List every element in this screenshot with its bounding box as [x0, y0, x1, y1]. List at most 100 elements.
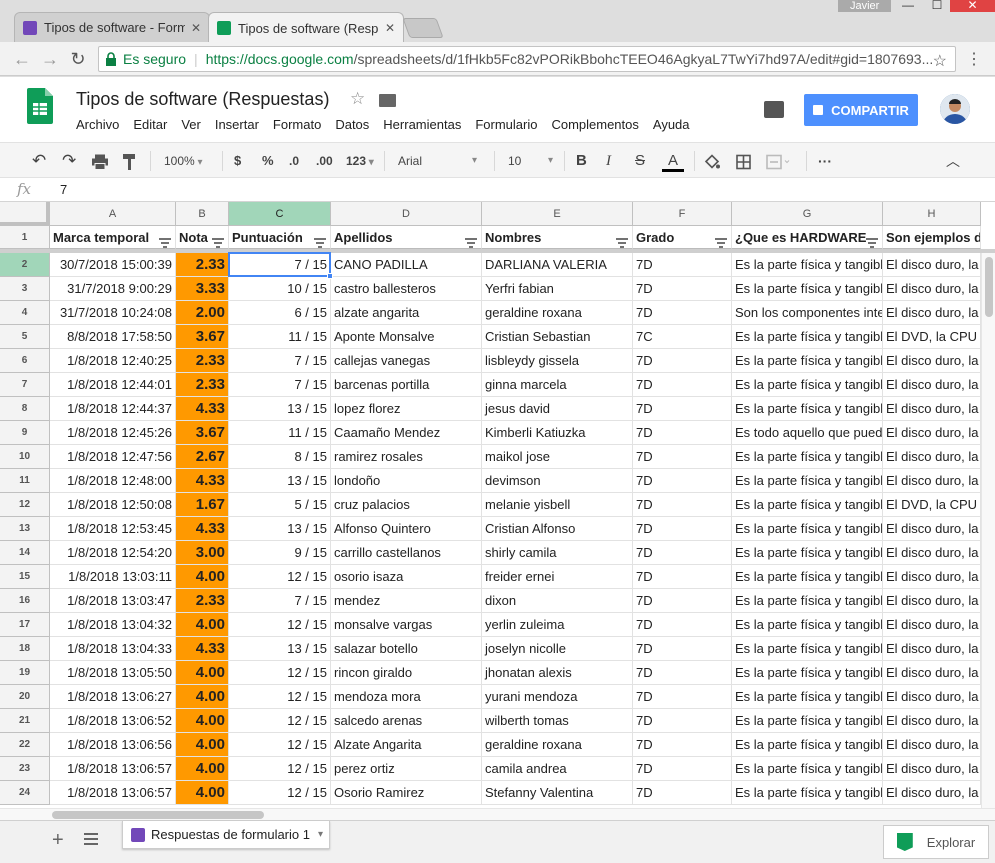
- table-cell[interactable]: 12 / 15: [229, 757, 331, 781]
- table-cell[interactable]: 9 / 15: [229, 541, 331, 565]
- menu-ayuda[interactable]: Ayuda: [653, 117, 690, 132]
- row-header[interactable]: 5: [0, 325, 50, 349]
- table-cell[interactable]: Es la parte física y tangibl: [732, 565, 883, 589]
- table-cell[interactable]: geraldine roxana: [482, 301, 633, 325]
- filter-icon[interactable]: [616, 232, 628, 248]
- table-cell[interactable]: 7C: [633, 325, 732, 349]
- table-cell[interactable]: monsalve vargas: [331, 613, 482, 637]
- table-cell[interactable]: Es la parte física y tangibl: [732, 517, 883, 541]
- table-cell[interactable]: 4.00: [176, 709, 229, 733]
- table-cell[interactable]: 7D: [633, 349, 732, 373]
- table-cell[interactable]: Stefanny Valentina: [482, 781, 633, 805]
- table-cell[interactable]: Es la parte física y tangibl: [732, 637, 883, 661]
- table-cell[interactable]: 1/8/2018 12:44:37: [50, 397, 176, 421]
- paint-format-icon[interactable]: [123, 153, 137, 171]
- row-header[interactable]: 2: [0, 253, 50, 277]
- column-header-g[interactable]: G: [732, 202, 883, 226]
- table-cell[interactable]: jesus david: [482, 397, 633, 421]
- table-cell[interactable]: Yerfri fabian: [482, 277, 633, 301]
- table-cell[interactable]: 7D: [633, 589, 732, 613]
- table-cell[interactable]: El disco duro, la: [883, 781, 981, 805]
- avatar[interactable]: [940, 94, 970, 124]
- table-cell[interactable]: 7 / 15: [229, 349, 331, 373]
- table-cell[interactable]: 7D: [633, 637, 732, 661]
- table-cell[interactable]: 1/8/2018 12:40:25: [50, 349, 176, 373]
- table-cell[interactable]: El disco duro, la: [883, 757, 981, 781]
- table-cell[interactable]: El disco duro, la: [883, 349, 981, 373]
- italic-icon[interactable]: I: [606, 152, 611, 170]
- table-cell[interactable]: jhonatan alexis: [482, 661, 633, 685]
- table-cell[interactable]: ramirez rosales: [331, 445, 482, 469]
- all-sheets-icon[interactable]: [84, 833, 98, 845]
- bookmark-star-icon[interactable]: ☆: [933, 50, 947, 74]
- table-cell[interactable]: 7D: [633, 493, 732, 517]
- zoom-select[interactable]: 100%: [164, 152, 203, 170]
- row-header[interactable]: 3: [0, 277, 50, 301]
- close-window-icon[interactable]: ✕: [950, 0, 995, 12]
- table-cell[interactable]: 7D: [633, 661, 732, 685]
- close-tab-icon[interactable]: ✕: [191, 21, 201, 35]
- scroll-thumb[interactable]: [52, 811, 264, 819]
- table-cell[interactable]: 1.67: [176, 493, 229, 517]
- table-cell[interactable]: El disco duro, la: [883, 589, 981, 613]
- new-tab-button[interactable]: [402, 18, 444, 38]
- scroll-thumb[interactable]: [985, 257, 993, 317]
- table-cell[interactable]: El DVD, la CPU: [883, 325, 981, 349]
- text-color-icon[interactable]: A: [662, 152, 684, 172]
- table-cell[interactable]: 30/7/2018 15:00:39: [50, 253, 176, 277]
- sheet-tab-active[interactable]: Respuestas de formulario 1 ▾: [122, 821, 330, 849]
- menu-ver[interactable]: Ver: [181, 117, 201, 132]
- table-cell[interactable]: 7D: [633, 781, 732, 805]
- table-cell[interactable]: 31/7/2018 9:00:29: [50, 277, 176, 301]
- menu-insertar[interactable]: Insertar: [215, 117, 259, 132]
- table-cell[interactable]: 2.00: [176, 301, 229, 325]
- fill-color-icon[interactable]: [704, 153, 720, 171]
- table-cell[interactable]: El disco duro, la: [883, 637, 981, 661]
- bold-icon[interactable]: B: [576, 152, 587, 170]
- table-cell[interactable]: Alfonso Quintero: [331, 517, 482, 541]
- table-cell[interactable]: yurani mendoza: [482, 685, 633, 709]
- table-cell[interactable]: 7D: [633, 301, 732, 325]
- row-header[interactable]: 8: [0, 397, 50, 421]
- table-cell[interactable]: 10 / 15: [229, 277, 331, 301]
- table-cell[interactable]: Es la parte física y tangibl: [732, 325, 883, 349]
- table-cell[interactable]: El disco duro, la: [883, 685, 981, 709]
- table-cell[interactable]: lisbleydy gissela: [482, 349, 633, 373]
- table-cell[interactable]: 2.67: [176, 445, 229, 469]
- menu-datos[interactable]: Datos: [335, 117, 369, 132]
- table-cell[interactable]: Es la parte física y tangibl: [732, 493, 883, 517]
- row-header[interactable]: 21: [0, 709, 50, 733]
- filter-icon[interactable]: [212, 232, 224, 248]
- table-cell[interactable]: 7D: [633, 565, 732, 589]
- row-header[interactable]: 22: [0, 733, 50, 757]
- table-cell[interactable]: Son los componentes inte: [732, 301, 883, 325]
- star-icon[interactable]: ☆: [350, 89, 365, 109]
- table-cell[interactable]: El disco duro, la: [883, 397, 981, 421]
- table-cell[interactable]: 4.33: [176, 637, 229, 661]
- table-cell[interactable]: Es la parte física y tangibl: [732, 397, 883, 421]
- table-cell[interactable]: Es la parte física y tangibl: [732, 445, 883, 469]
- table-cell[interactable]: 1/8/2018 12:48:00: [50, 469, 176, 493]
- merge-cells-icon[interactable]: [766, 153, 790, 171]
- table-cell[interactable]: 1/8/2018 13:04:32: [50, 613, 176, 637]
- table-cell[interactable]: 12 / 15: [229, 685, 331, 709]
- comments-icon[interactable]: [764, 101, 784, 118]
- table-cell[interactable]: 2.33: [176, 373, 229, 397]
- table-cell[interactable]: 4.00: [176, 781, 229, 805]
- table-cell[interactable]: El disco duro, la: [883, 733, 981, 757]
- row-header[interactable]: 14: [0, 541, 50, 565]
- table-cell[interactable]: 7D: [633, 277, 732, 301]
- table-cell[interactable]: 3.33: [176, 277, 229, 301]
- table-cell[interactable]: El disco duro, la: [883, 517, 981, 541]
- table-cell[interactable]: 1/8/2018 12:50:08: [50, 493, 176, 517]
- table-cell[interactable]: 1/8/2018 13:04:33: [50, 637, 176, 661]
- row-header[interactable]: 24: [0, 781, 50, 805]
- table-cell[interactable]: Es la parte física y tangibl: [732, 709, 883, 733]
- filter-icon[interactable]: [465, 232, 477, 248]
- column-title[interactable]: ¿Que es HARDWARE: [732, 226, 883, 249]
- table-cell[interactable]: 7D: [633, 373, 732, 397]
- undo-icon[interactable]: ↶: [32, 152, 46, 170]
- table-cell[interactable]: 1/8/2018 12:54:20: [50, 541, 176, 565]
- table-cell[interactable]: salazar botello: [331, 637, 482, 661]
- table-cell[interactable]: 7 / 15: [229, 589, 331, 613]
